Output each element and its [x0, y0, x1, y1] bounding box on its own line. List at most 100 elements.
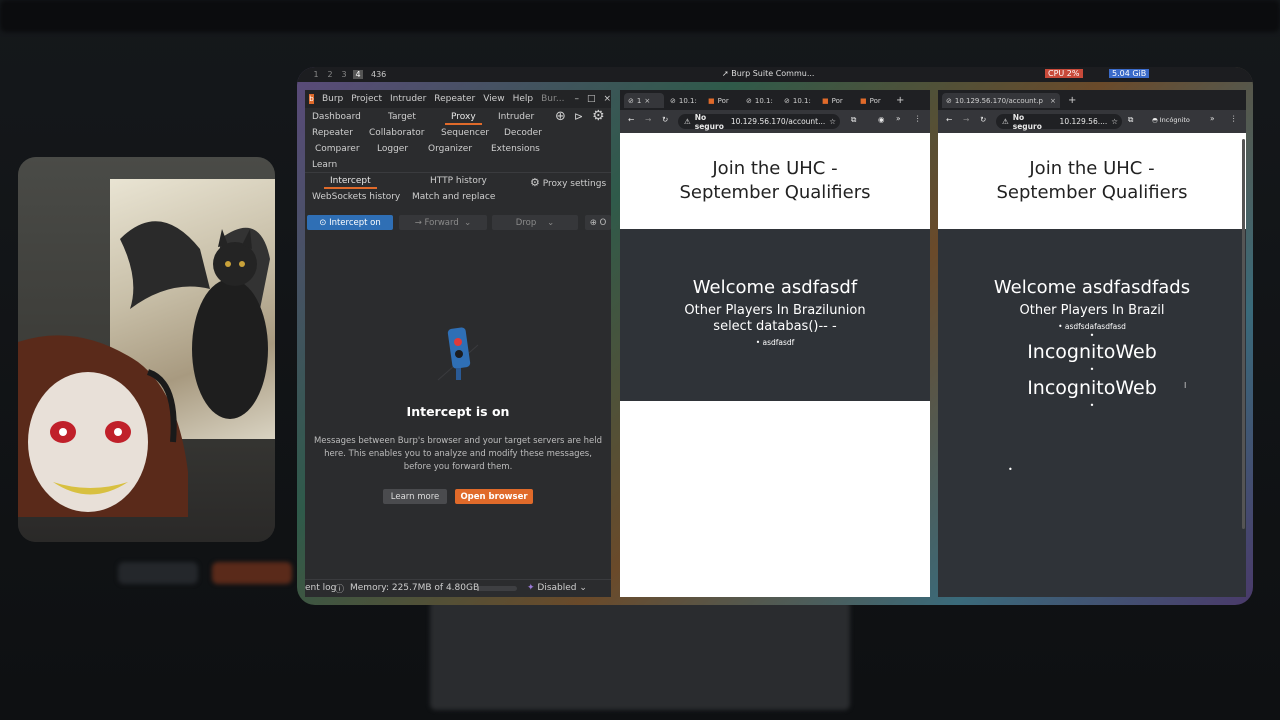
welcome-heading: Welcome asdfasdf [692, 277, 858, 298]
menu-view[interactable]: View [483, 94, 504, 104]
open-browser-button[interactable]: Open browser [455, 489, 533, 504]
close-icon[interactable]: × [1050, 97, 1056, 105]
open-browser-toolbar-button[interactable]: ⊕ O [585, 215, 611, 230]
menu-project[interactable]: Project [351, 94, 382, 104]
list-bullet: • [1089, 365, 1095, 374]
tab-intruder[interactable]: Intruder [498, 112, 534, 122]
arrow-right-icon: → [414, 217, 422, 228]
menu-icon[interactable]: ⋮ [914, 114, 922, 123]
workspace-1[interactable]: 1 [311, 70, 321, 79]
rocket-icon: ➚ [722, 69, 729, 78]
back-icon[interactable]: ← [628, 115, 634, 124]
tab-learn[interactable]: Learn [312, 160, 337, 170]
browser1-address-bar[interactable]: ⚠ No seguro 10.129.56.170/account... ☆ [678, 113, 840, 131]
browser2-tab-active[interactable]: ⊘ 10.129.56.170/account.p × [942, 93, 1060, 108]
globe-icon: ⊘ [946, 96, 952, 105]
tab-decoder[interactable]: Decoder [504, 128, 542, 138]
menu-help[interactable]: Help [513, 94, 534, 104]
subtab-websockets-history[interactable]: WebSockets history [312, 192, 400, 202]
browser1-tab[interactable]: ⊘ 10.1: [666, 93, 702, 108]
list-bullet: • [1089, 331, 1095, 340]
event-log-tab[interactable]: ent log [305, 583, 336, 593]
page-hero: Join the UHC - September Qualifiers [620, 133, 930, 229]
menu-burp[interactable]: Burp [322, 94, 343, 104]
subtab-proxy-settings[interactable]: ⚙ Proxy settings [530, 176, 606, 189]
tab-collaborator[interactable]: Collaborator [369, 128, 424, 138]
globe-icon: ⊕ [589, 217, 597, 228]
tab-comparer[interactable]: Comparer [315, 144, 360, 154]
close-icon[interactable]: × [644, 97, 650, 105]
more-tabs-icon[interactable]: » [1210, 114, 1215, 123]
workspace-switcher: 1 2 3 4 [311, 70, 363, 79]
menu-icon[interactable]: ⋮ [1230, 114, 1238, 123]
workspace-3[interactable]: 3 [339, 70, 349, 79]
menu-repeater[interactable]: Repeater [434, 94, 475, 104]
tab-organizer[interactable]: Organizer [428, 144, 472, 154]
scrollbar[interactable] [1242, 139, 1245, 529]
browser1-tab[interactable]: ■ Por [818, 93, 854, 108]
gear-icon: ⚙ [530, 176, 540, 189]
subtab-http-history[interactable]: HTTP history [430, 176, 487, 186]
menu-burp-more[interactable]: Bur... [541, 94, 564, 104]
tab-proxy[interactable]: Proxy [445, 112, 482, 125]
reload-icon[interactable]: ↻ [662, 115, 668, 124]
browser1-tab[interactable]: ■ Por [704, 93, 740, 108]
subtab-match-replace[interactable]: Match and replace [412, 192, 495, 202]
minimize-icon[interactable]: – [574, 94, 579, 104]
intercept-toggle-button[interactable]: ⊙ Intercept on [307, 215, 393, 230]
intercept-heading: Intercept is on [406, 404, 510, 419]
tab-extensions[interactable]: Extensions [491, 144, 540, 154]
browser1-tab[interactable]: ⊘ 10.1: [780, 93, 816, 108]
forward-icon[interactable]: → [645, 115, 651, 124]
extensions-icon[interactable]: ⧉ [1128, 115, 1133, 125]
globe-icon[interactable]: ⊕ [555, 109, 566, 124]
browser1-page: Join the UHC - September Qualifiers Welco… [620, 133, 930, 597]
browser1-tab[interactable]: ⊘ 10.1: [742, 93, 778, 108]
tab-dashboard[interactable]: Dashboard [312, 112, 361, 122]
forward-icon[interactable]: → [963, 115, 969, 124]
incognito-badge[interactable]: ◓ Incógnito [1152, 116, 1190, 124]
browser1-toolbar: ← → ↻ ⚠ No seguro 10.129.56.170/account...… [620, 110, 930, 133]
desktop-window: 1 2 3 4 436 ➚ Burp Suite Commu... CPU 2%… [297, 67, 1253, 605]
chevron-down-icon: ⌄ [547, 217, 555, 228]
browser1-tab[interactable]: ■ Por [856, 93, 892, 108]
burp-main-tabs: Dashboard Target Proxy Intruder ⊕ ⊳ ⚙ Re… [305, 108, 611, 172]
drop-button[interactable]: Drop ⌄ [492, 215, 578, 230]
subtab-intercept[interactable]: Intercept [324, 176, 377, 189]
reload-icon[interactable]: ↻ [980, 115, 986, 124]
tab-sequencer[interactable]: Sequencer [441, 128, 489, 138]
new-tab-button[interactable]: + [1064, 93, 1078, 108]
tab-target[interactable]: Target [388, 112, 416, 122]
gear-icon[interactable]: ⚙ [592, 108, 605, 124]
maximize-icon[interactable]: □ [587, 94, 596, 104]
workspace-2[interactable]: 2 [325, 70, 335, 79]
info-icon: ⓘ [335, 585, 345, 595]
menu-intruder[interactable]: Intruder [390, 94, 426, 104]
more-tabs-icon[interactable]: » [896, 114, 901, 123]
profile-icon[interactable]: ◉ [878, 115, 885, 124]
star-icon[interactable]: ☆ [1111, 117, 1118, 126]
learn-more-button[interactable]: Learn more [383, 489, 447, 504]
star-icon[interactable]: ☆ [829, 117, 836, 126]
back-icon[interactable]: ← [946, 115, 952, 124]
browser1-tab-active[interactable]: ⊘ 1 × [624, 93, 664, 108]
memory-indicator: 5.04 GiB [1109, 69, 1150, 78]
ai-status[interactable]: ✦ Disabled ⌄ [527, 583, 587, 593]
new-tab-button[interactable]: + [892, 93, 906, 108]
globe-icon: ⊘ [746, 96, 752, 105]
workspace-4[interactable]: 4 [353, 70, 363, 79]
burp-window: b Burp Project Intruder Repeater View He… [305, 90, 611, 597]
close-icon[interactable]: × [603, 94, 611, 104]
memory-bar-fill [477, 586, 479, 591]
extensions-icon[interactable]: ⧉ [851, 115, 856, 125]
terminal-icon[interactable]: ⊳ [574, 110, 583, 123]
globe-icon: ⊘ [670, 96, 676, 105]
browser2-address-bar[interactable]: ⚠ No seguro 10.129.56.... ☆ [996, 113, 1122, 131]
players-heading-line1: Other Players In Brazilunion [684, 303, 866, 318]
intercept-toolbar: ⊙ Intercept on → Forward ⌄ Drop ⌄ ⊕ O [305, 215, 611, 233]
window-counter: 436 [371, 70, 387, 79]
tab-repeater[interactable]: Repeater [312, 128, 353, 138]
incognito-heading-1: IncognitoWeb [1027, 341, 1157, 363]
tab-logger[interactable]: Logger [377, 144, 408, 154]
forward-button[interactable]: → Forward ⌄ [399, 215, 487, 230]
